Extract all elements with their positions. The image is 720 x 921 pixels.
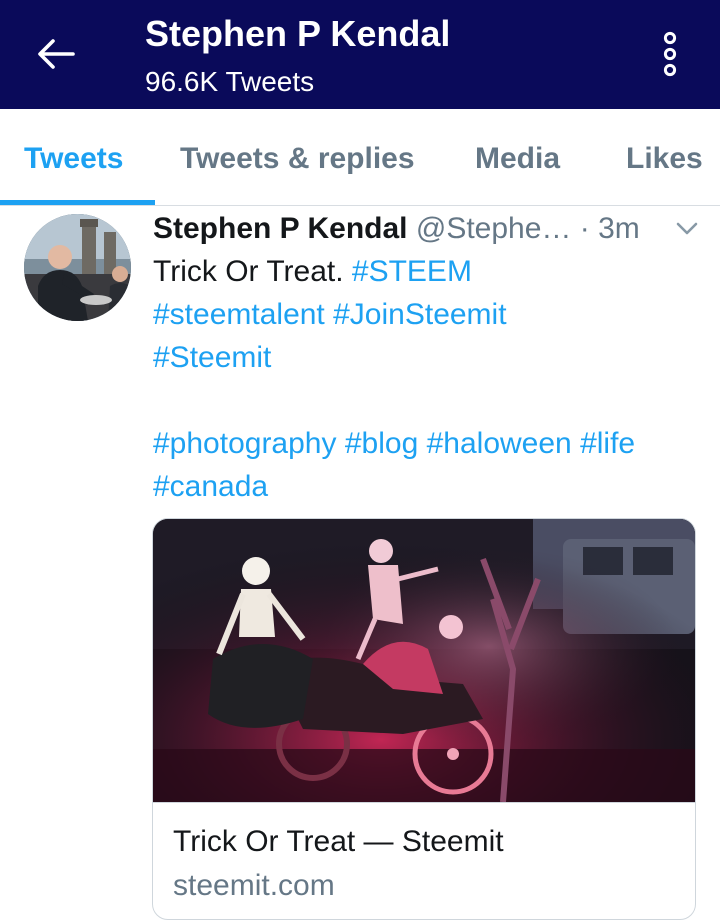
hashtag-link[interactable]: #JoinSteemit [333, 298, 506, 331]
separator-dot: · [579, 212, 590, 245]
link-preview-image [153, 519, 695, 802]
tweet-text-line: Trick Or Treat. #STEEM [153, 250, 703, 293]
hashtag-link[interactable]: #haloween [427, 427, 572, 460]
tweet-text-line: #canada [153, 465, 703, 508]
tweet-text-line: #steemtalent #JoinSteemit [153, 293, 703, 336]
tweet-text: Trick Or Treat. #STEEM #steemtalent #Joi… [153, 250, 703, 508]
hashtag-link[interactable]: #canada [153, 470, 268, 503]
tweet-text-plain: Trick Or Treat. [153, 255, 352, 288]
tweet-count: 96.6K Tweets [145, 66, 315, 97]
card-domain: steemit.com [173, 869, 335, 902]
tweet-text-line: #photography #blog #haloween #life [153, 422, 703, 465]
tweet-header: Stephen P Kendal @Stephe… · 3m [153, 209, 673, 249]
more-options-button[interactable] [646, 26, 694, 82]
more-vertical-icon [663, 31, 677, 77]
arrow-left-icon [38, 39, 75, 69]
hashtag-link[interactable]: #photography [153, 427, 337, 460]
tweet-time[interactable]: 3m [598, 212, 640, 245]
author-name[interactable]: Stephen P Kendal [153, 212, 408, 245]
card-divider [153, 802, 695, 803]
hashtag-link[interactable]: #blog [345, 427, 418, 460]
profile-title: Stephen P Kendal [145, 13, 451, 54]
tweet-text-line: #Steemit [153, 336, 703, 379]
chevron-down-icon [676, 222, 698, 235]
hashtag-link[interactable]: #steemtalent [153, 298, 325, 331]
active-tab-indicator [0, 200, 155, 205]
hashtag-link[interactable]: #STEEM [352, 255, 472, 288]
top-app-bar: Stephen P Kendal 96.6K Tweets [0, 0, 720, 109]
hashtag-link[interactable]: #life [580, 427, 635, 460]
card-title: Trick Or Treat — Steemit [173, 825, 504, 858]
author-handle[interactable]: @Stephe… [416, 212, 572, 245]
avatar-photo [24, 214, 131, 321]
hashtag-link[interactable]: #Steemit [153, 341, 271, 374]
tab-likes[interactable]: Likes [626, 139, 703, 179]
avatar[interactable] [24, 214, 131, 321]
tab-tweets[interactable]: Tweets [24, 139, 123, 179]
tab-tweets-and-replies[interactable]: Tweets & replies [180, 139, 415, 179]
tab-media[interactable]: Media [475, 139, 560, 179]
back-button[interactable] [30, 30, 82, 78]
tweet-menu-button[interactable] [672, 214, 702, 244]
profile-tabs: Tweets Tweets & replies Media Likes [0, 109, 720, 206]
link-preview-card[interactable]: Trick Or Treat — Steemit steemit.com [152, 518, 696, 920]
